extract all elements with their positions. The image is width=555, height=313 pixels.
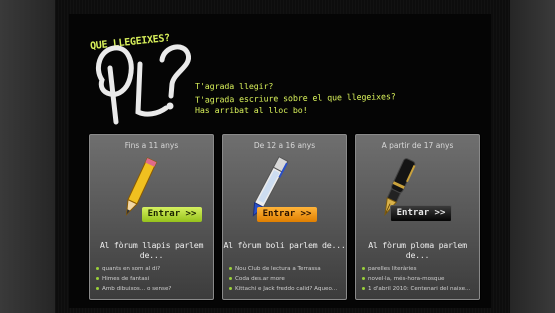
forum-title[interactable]: Al fòrum boli parlem de... xyxy=(223,240,346,250)
intro-line-3: Has arribat al lloc bo! xyxy=(195,105,308,115)
topic-list: parelles literàries novel·la, més-hora-m… xyxy=(362,264,478,294)
left-margin xyxy=(0,0,55,313)
card-header: De 12 a 16 anys xyxy=(253,141,316,150)
topic-item[interactable]: Coda des.ar more xyxy=(229,274,345,284)
bullet-icon xyxy=(96,277,99,280)
bullet-icon xyxy=(362,277,365,280)
enter-button[interactable]: Entrar >> xyxy=(142,207,202,222)
logo-ql-graffiti xyxy=(96,44,192,125)
topic-item[interactable]: novel·la, més-hora-mosque xyxy=(362,274,478,284)
topic-item[interactable]: Himes de fantasi xyxy=(96,274,212,284)
card-age-12-16: De 12 a 16 anys Entrar >> Al fòrum boli … xyxy=(222,134,347,300)
topic-item[interactable]: Amb dibuixos... o sense? xyxy=(96,284,212,294)
topic-item[interactable]: Kittachi e Jack freddo calid? Aqueo... xyxy=(229,284,345,294)
bullet-icon xyxy=(229,267,232,270)
intro-text: T'agrada llegir? T'agrada escriure sobre… xyxy=(195,80,396,116)
bullet-icon xyxy=(96,267,99,270)
card-age-17-plus: A partir de 17 anys Entrar >> Al fòrum p… xyxy=(355,134,480,300)
bullet-icon xyxy=(362,267,365,270)
card-header: A partir de 17 anys xyxy=(381,141,454,150)
topic-list: Nou Club de lectura a Terrassa Coda des.… xyxy=(229,264,345,294)
enter-button[interactable]: Entrar >> xyxy=(390,205,452,222)
enter-button[interactable]: Entrar >> xyxy=(257,207,317,222)
topic-item[interactable]: quants en som al di? xyxy=(96,264,212,274)
topic-item[interactable]: 1 d'abril 2010: Centenari del naixe... xyxy=(362,284,478,294)
bullet-icon xyxy=(362,287,365,290)
card-age-11: Fins a 11 anys Entrar >> Al fòrum llapis… xyxy=(89,134,214,300)
card-header: Fins a 11 anys xyxy=(124,141,179,150)
right-margin xyxy=(510,0,555,313)
bullet-icon xyxy=(96,287,99,290)
forum-title[interactable]: Al fòrum ploma parlem de... xyxy=(356,240,479,260)
forum-title[interactable]: Al fòrum llapis parlem de... xyxy=(90,240,213,260)
bullet-icon xyxy=(229,287,232,290)
bullet-icon xyxy=(229,277,232,280)
topic-item[interactable]: parelles literàries xyxy=(362,264,478,274)
topic-list: quants en som al di? Himes de fantasi Am… xyxy=(96,264,212,294)
topic-item[interactable]: Nou Club de lectura a Terrassa xyxy=(229,264,345,274)
